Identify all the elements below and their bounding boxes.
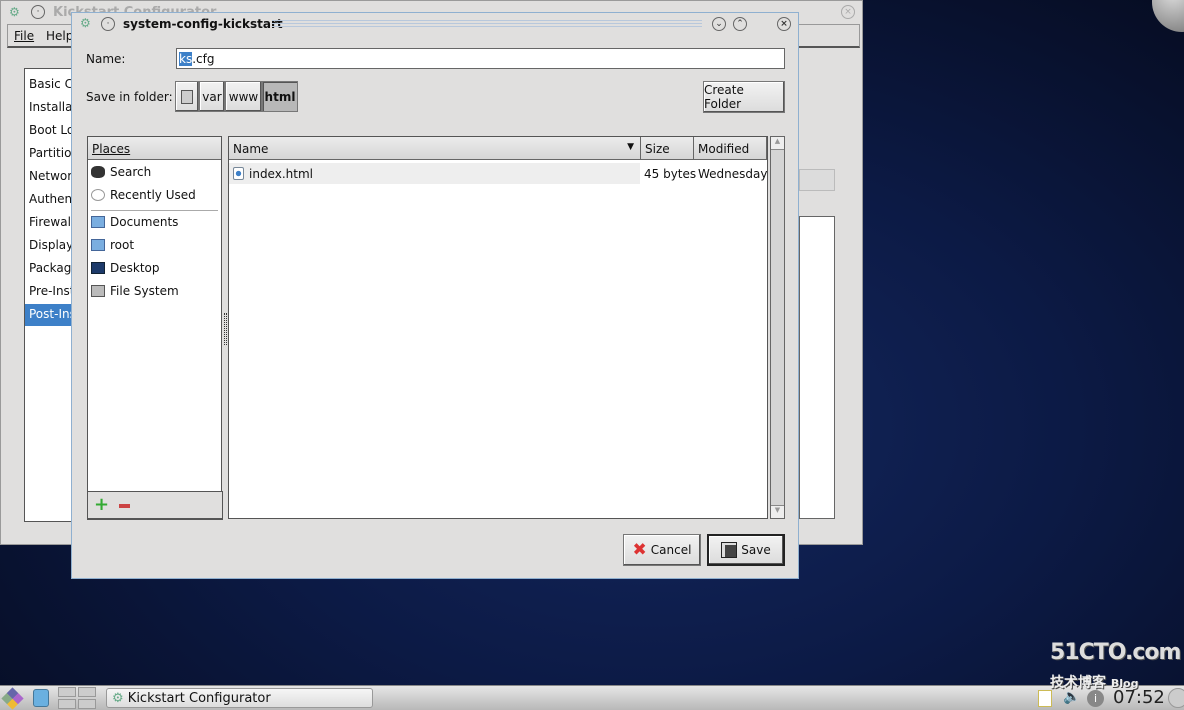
drive-icon <box>181 89 193 104</box>
pane-resize-handle[interactable] <box>224 313 227 345</box>
maximize-icon[interactable]: ⌃ <box>733 17 747 31</box>
places-toolbar: + <box>87 491 223 520</box>
menu-file[interactable]: File <box>14 29 34 43</box>
place-documents[interactable]: Documents <box>91 212 178 232</box>
places-panel: Places Search Recently Used Documents root D… <box>87 136 223 520</box>
name-text: .cfg <box>192 52 215 66</box>
create-folder-button[interactable]: Create Folder <box>703 81 785 113</box>
folder-label: Save in folder: <box>86 90 173 104</box>
field <box>799 169 835 191</box>
cancel-icon: ✖ <box>632 540 647 560</box>
vertical-scrollbar[interactable]: ▲ ▼ <box>770 136 785 519</box>
name-selected-text: ks <box>179 52 193 66</box>
text-area <box>799 216 835 519</box>
dialog-title-bar: ⚙ · system-config-kickstart ⌄ ⌃ × <box>72 13 798 35</box>
file-modified: Wednesday <box>698 167 768 181</box>
app-icon: ⚙ <box>80 16 91 30</box>
app-icon: ⚙ <box>112 691 124 706</box>
start-menu-icon[interactable] <box>1 687 24 710</box>
task-button-kickstart[interactable]: ⚙ Kickstart Configurator <box>106 688 373 708</box>
home-folder-icon <box>91 239 105 251</box>
logout-icon[interactable] <box>1168 688 1184 708</box>
watermark-sub: 技术博客 Blog <box>1050 675 1139 691</box>
scroll-up-icon[interactable]: ▲ <box>771 137 784 150</box>
desktop-icon <box>91 262 105 274</box>
place-recently-used[interactable]: Recently Used <box>91 185 196 205</box>
places-separator <box>91 210 218 211</box>
app-icon: ⚙ <box>9 5 20 19</box>
minimize-icon[interactable]: ⌄ <box>712 17 726 31</box>
file-list: Name ▼ Size Modified index.html 45 bytes … <box>228 136 768 519</box>
title-decoration <box>272 20 702 29</box>
desktop-orb <box>1152 0 1184 32</box>
menu-help[interactable]: Help <box>46 29 73 43</box>
add-bookmark-icon[interactable]: + <box>94 494 109 515</box>
column-modified[interactable]: Modified <box>694 137 767 160</box>
path-var-button[interactable]: var <box>199 81 225 112</box>
dialog-title: system-config-kickstart <box>123 17 283 31</box>
place-file-system[interactable]: File System <box>91 281 179 301</box>
cancel-button[interactable]: ✖ Cancel <box>623 534 701 566</box>
places-header[interactable]: Places <box>88 137 221 160</box>
path-html-button[interactable]: html <box>262 81 298 112</box>
place-desktop[interactable]: Desktop <box>91 258 160 278</box>
scroll-down-icon[interactable]: ▼ <box>771 505 784 518</box>
menu-icon[interactable]: · <box>101 17 115 31</box>
remove-bookmark-icon[interactable] <box>119 504 130 508</box>
sort-arrow-icon: ▼ <box>627 142 634 152</box>
name-label: Name: <box>86 52 126 66</box>
place-search[interactable]: Search <box>91 162 151 182</box>
path-root-button[interactable] <box>175 81 199 112</box>
path-www-button[interactable]: www <box>225 81 262 112</box>
file-size: 45 bytes <box>644 167 697 181</box>
close-icon[interactable]: × <box>777 17 791 31</box>
html-file-icon <box>233 167 244 180</box>
taskbar: ⚙ Kickstart Configurator 🔈 i 07:52 技术博客 … <box>0 675 1184 710</box>
name-input[interactable]: ks.cfg <box>176 48 785 69</box>
column-size[interactable]: Size <box>641 137 694 160</box>
place-root[interactable]: root <box>91 235 134 255</box>
folder-icon <box>91 216 105 228</box>
column-name[interactable]: Name ▼ <box>229 137 641 160</box>
file-row[interactable]: index.html 45 bytes Wednesday <box>229 163 767 184</box>
menu-icon[interactable]: · <box>31 5 45 19</box>
floppy-icon <box>721 542 738 558</box>
clock-icon <box>91 189 105 201</box>
file-manager-icon[interactable] <box>33 689 49 707</box>
info-icon[interactable]: i <box>1087 690 1104 707</box>
save-button[interactable]: Save <box>707 534 785 566</box>
drive-icon <box>91 285 105 297</box>
close-icon[interactable]: × <box>841 5 855 19</box>
workspace-switcher[interactable] <box>58 687 96 709</box>
watermark: 51CTO.com <box>1050 640 1181 665</box>
notes-icon[interactable] <box>1038 690 1052 707</box>
save-dialog: ⚙ · system-config-kickstart ⌄ ⌃ × Name: … <box>71 12 799 579</box>
file-name: index.html <box>249 167 313 181</box>
binoculars-icon <box>91 166 105 178</box>
